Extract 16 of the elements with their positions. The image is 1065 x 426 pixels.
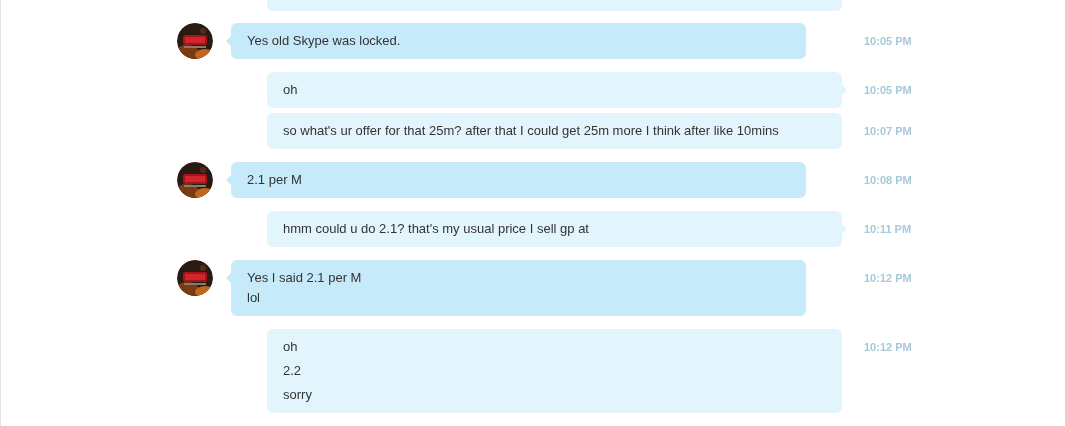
message-text: Yes old Skype was locked.	[247, 32, 402, 50]
message-time: 10:11 PM	[864, 222, 912, 235]
message-time: 10:12 PM	[864, 340, 912, 353]
message-text: 2.2	[283, 362, 303, 380]
message-time: 10:05 PM	[864, 34, 912, 47]
message-text: oh	[283, 338, 299, 356]
message-time: 10:05 PM	[864, 83, 912, 96]
message-time: 10:07 PM	[864, 124, 912, 137]
message-text: oh	[283, 81, 299, 99]
message-text: Yes I said 2.1 per M lol	[247, 269, 363, 307]
message-text: sorry	[283, 386, 313, 404]
message-text: hmm could u do 2.1? that's my usual price I sell gp at	[283, 220, 590, 238]
message-time: 10:12 PM	[864, 271, 912, 284]
message-text: so what's ur offer for that 25m? after that I could get 25m more I think after like 10mins	[283, 122, 780, 140]
message-text: 2.1 per M	[247, 171, 303, 189]
message-time: 10:08 PM	[864, 173, 912, 186]
